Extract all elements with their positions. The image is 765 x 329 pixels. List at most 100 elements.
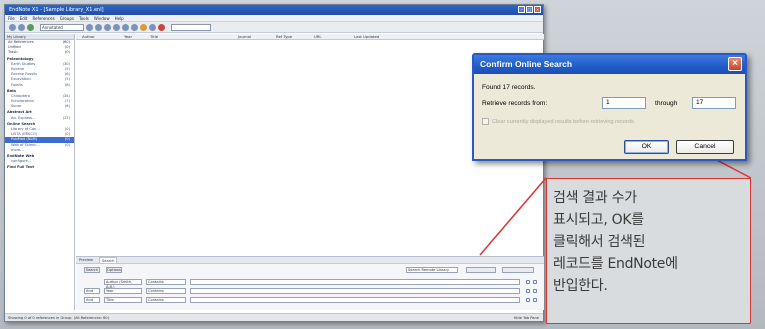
clear-results-checkbox[interactable]: Clear currently displayed results before… xyxy=(482,118,635,125)
group-item[interactable]: Trash (0) xyxy=(5,50,74,55)
group-item[interactable]: configure... xyxy=(5,159,74,164)
column-title[interactable]: Title xyxy=(150,34,158,40)
endnote-window: EndNote X1 - [Sample Library_X1.enl] – □… xyxy=(4,4,544,322)
group-label: Library of Con... xyxy=(11,127,40,131)
search-button[interactable]: Search xyxy=(84,267,100,273)
through-label: through xyxy=(655,100,678,107)
match-case-button[interactable] xyxy=(466,267,496,273)
remove-row-icon[interactable] xyxy=(533,280,537,284)
menu-edit[interactable]: Edit xyxy=(20,15,28,21)
menu-references[interactable]: References xyxy=(32,15,54,21)
insert-citation-icon[interactable] xyxy=(149,23,156,31)
column-author[interactable]: Author xyxy=(82,34,95,40)
quick-search-input[interactable] xyxy=(171,23,211,31)
bool-operator-select[interactable]: And xyxy=(84,288,100,294)
search-field-select[interactable]: Year xyxy=(104,288,142,294)
group-label: Online Search xyxy=(7,121,36,126)
search-term-input[interactable] xyxy=(190,288,520,294)
local-mode-icon[interactable] xyxy=(104,23,111,31)
maximize-icon[interactable]: □ xyxy=(526,6,533,13)
column-url[interactable]: URL xyxy=(314,34,322,40)
retrieve-from-input[interactable]: 1 xyxy=(602,97,646,109)
retrieve-through-input[interactable]: 17 xyxy=(692,97,736,109)
search-row-2: And Year Contains xyxy=(76,288,544,296)
import-icon[interactable] xyxy=(122,23,129,31)
search-pane: Search Options Search Remote Library Aut… xyxy=(76,264,544,310)
minimize-icon[interactable]: – xyxy=(518,6,525,13)
search-term-input[interactable] xyxy=(190,297,520,303)
match-words-button[interactable] xyxy=(502,267,534,273)
column-journal[interactable]: Journal xyxy=(238,34,251,40)
group-label: Fossils xyxy=(11,82,23,87)
hide-tab-pane-button[interactable]: Hide Tab Pane xyxy=(514,314,539,322)
search-field-select[interactable]: Title xyxy=(104,297,142,303)
callout-text: 검색 결과 수가 표시되고, OK를 클릭해서 검색된 레코드를 EndNote… xyxy=(553,190,678,294)
group-count: (0) xyxy=(64,50,70,55)
search-mode-select[interactable]: Search Remote Library xyxy=(406,267,458,273)
remove-row-icon[interactable] xyxy=(533,298,537,302)
column-last-updated[interactable]: Last Updated xyxy=(354,34,379,40)
tab-preview[interactable]: Preview xyxy=(79,257,93,263)
group-label: All References xyxy=(8,40,34,44)
menu-help[interactable]: Help xyxy=(115,15,124,21)
remove-row-icon[interactable] xyxy=(533,289,537,293)
dialog-title: Confirm Online Search xyxy=(480,59,573,69)
cancel-button[interactable]: Cancel xyxy=(676,140,734,154)
group-label: EndNote Web xyxy=(7,153,35,158)
status-bar: Showing 0 of 0 references in Group. (All… xyxy=(5,313,543,321)
column-year[interactable]: Year xyxy=(124,34,132,40)
menu-window[interactable]: Window xyxy=(94,15,110,21)
ok-button[interactable]: OK xyxy=(624,140,669,154)
options-button[interactable]: Options xyxy=(106,267,122,273)
group-item[interactable]: more... xyxy=(5,148,74,153)
menu-groups[interactable]: Groups xyxy=(60,15,74,21)
group-label: configure... xyxy=(11,159,32,164)
search-row-3: And Title Contains xyxy=(76,297,544,305)
search-operator-select[interactable]: Contains xyxy=(146,288,186,294)
add-row-icon[interactable] xyxy=(526,289,530,293)
export-icon[interactable] xyxy=(131,23,138,31)
bool-operator-select[interactable]: And xyxy=(84,297,100,303)
tab-pane-header: Preview Search xyxy=(76,256,544,264)
tab-search[interactable]: Search xyxy=(99,257,118,263)
group-label: Eocene xyxy=(11,66,25,71)
find-full-text-icon[interactable] xyxy=(140,23,147,31)
group-label: PubMed (NLM) xyxy=(11,137,37,142)
search-operator-select[interactable]: Contains xyxy=(146,279,186,285)
group-label: Abstract Art xyxy=(7,110,32,115)
found-records-text: Found 17 records. xyxy=(482,84,536,91)
remote-mode-icon[interactable] xyxy=(113,23,120,31)
close-icon[interactable]: × xyxy=(534,6,541,13)
group-label: Ab. Express... xyxy=(11,115,36,120)
menu-file[interactable]: File xyxy=(8,15,15,21)
group-label: LISTA (EBSCO) xyxy=(11,132,37,137)
callout-box: 검색 결과 수가 표시되고, OK를 클릭해서 검색된 레코드를 EndNote… xyxy=(546,178,751,324)
group-count: (17) xyxy=(62,115,70,120)
style-select[interactable]: Annotated xyxy=(40,23,84,31)
group-label: Trash xyxy=(8,50,18,55)
help-icon[interactable] xyxy=(158,23,165,31)
add-row-icon[interactable] xyxy=(526,280,530,284)
search-row-1: Author (Smith, A.B.) Contains xyxy=(76,279,544,289)
menu-tools[interactable]: Tools xyxy=(79,15,89,21)
library-icon[interactable] xyxy=(27,23,34,31)
group-item[interactable]: Sonar (6) xyxy=(5,104,74,109)
group-item[interactable]: Fossils (8) xyxy=(5,83,74,88)
group-label: Earth Studies xyxy=(11,61,36,66)
status-text: Showing 0 of 0 references in Group. (All… xyxy=(8,316,109,320)
dialog-close-icon[interactable]: × xyxy=(728,57,742,71)
search-field-select[interactable]: Author (Smith, A.B.) xyxy=(104,279,142,289)
search-operator-select[interactable]: Contains xyxy=(146,297,186,303)
group-item[interactable]: Ab. Express... (17) xyxy=(5,116,74,121)
column-ref-type[interactable]: Ref Type xyxy=(276,34,292,40)
search-term-input[interactable] xyxy=(190,279,520,285)
back-icon[interactable] xyxy=(9,23,16,31)
online-search-icon[interactable] xyxy=(95,23,102,31)
checkbox-icon[interactable] xyxy=(482,118,489,125)
group-set-header[interactable]: Find Full Text xyxy=(5,165,74,170)
forward-icon[interactable] xyxy=(18,23,25,31)
dialog-body: Found 17 records. Retrieve records from:… xyxy=(474,74,745,159)
group-label: Echolocation xyxy=(11,99,34,104)
new-reference-icon[interactable] xyxy=(86,23,93,31)
add-row-icon[interactable] xyxy=(526,298,530,302)
